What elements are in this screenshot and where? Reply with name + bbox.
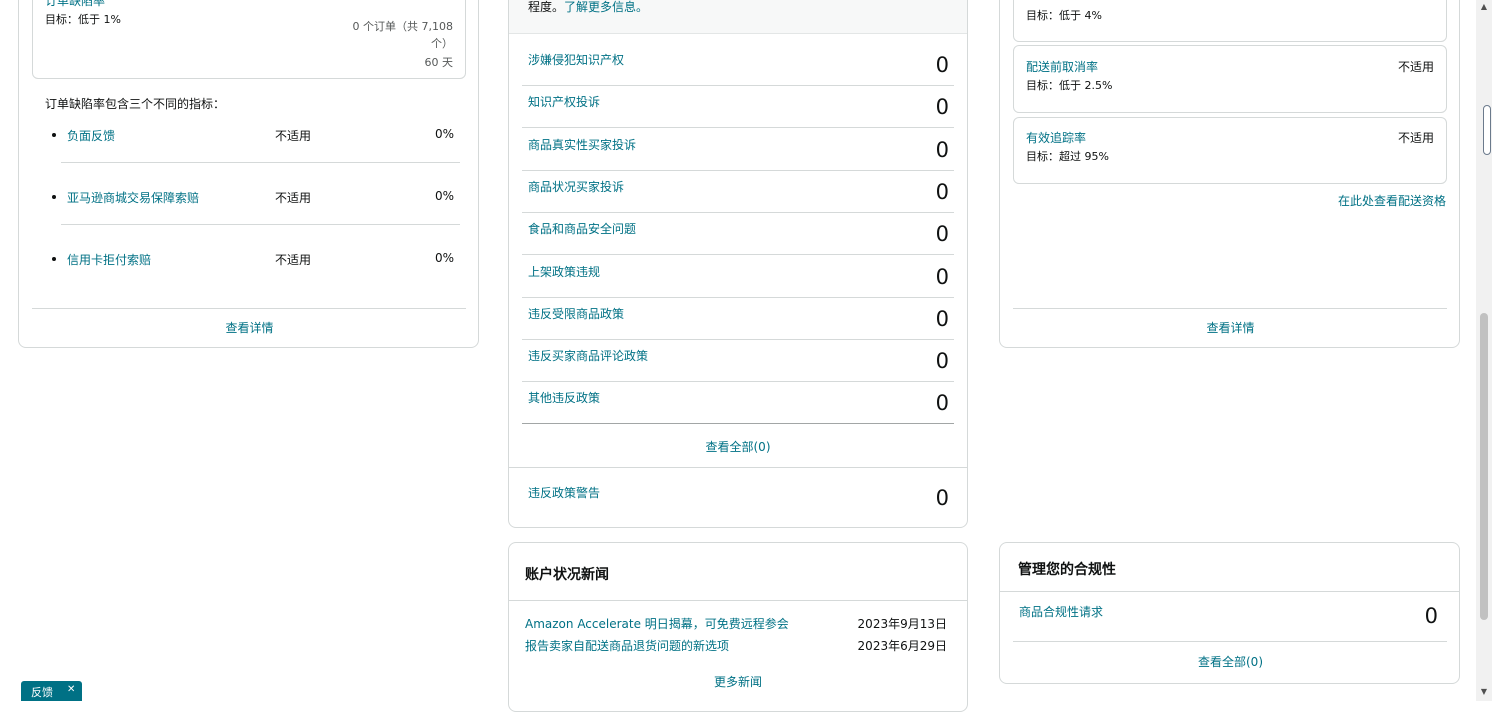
news-item-link[interactable]: Amazon Accelerate 明日揭幕，可免费远程参会 <box>525 615 789 632</box>
policy-row-label[interactable]: 上架政策违规 <box>528 263 600 280</box>
policy-row-value: 0 <box>935 53 949 77</box>
divider <box>522 297 954 298</box>
chargeback-claims-value: 0% <box>434 251 454 265</box>
scroll-up-icon[interactable]: ▲ <box>1479 2 1489 12</box>
policy-warning-value: 0 <box>935 486 949 510</box>
chargeback-claims-link[interactable]: 信用卡拒付索赔 <box>67 251 151 268</box>
divider <box>522 170 954 171</box>
policy-row-value: 0 <box>935 138 949 162</box>
view-all-link[interactable]: 查看全部(0) <box>509 438 967 455</box>
policy-row-value: 0 <box>935 222 949 246</box>
card-footer-divider <box>1013 308 1447 309</box>
a-to-z-claims-link[interactable]: 亚马逊商城交易保障索赔 <box>67 189 199 206</box>
view-details-link[interactable]: 查看详情 <box>1000 319 1461 336</box>
divider <box>522 254 954 255</box>
pre-fulfillment-cancel-link[interactable]: 配送前取消率 <box>1026 58 1098 75</box>
policy-row-value: 0 <box>935 391 949 415</box>
divider <box>522 212 954 213</box>
divider <box>61 224 460 225</box>
scroll-down-icon[interactable]: ▼ <box>1479 687 1489 697</box>
policy-row-value: 0 <box>935 95 949 119</box>
negative-feedback-link[interactable]: 负面反馈 <box>67 127 115 144</box>
divider <box>1013 641 1447 642</box>
divider <box>522 339 954 340</box>
compliance-title: 管理您的合规性 <box>1018 562 1116 578</box>
divider <box>61 162 460 163</box>
pre-fulfillment-cancel-status: 不适用 <box>1397 60 1434 74</box>
close-icon[interactable]: ✕ <box>67 684 75 695</box>
divider <box>522 85 954 86</box>
policy-row-label[interactable]: 违反买家商品评论政策 <box>528 347 648 364</box>
manage-compliance-card: 管理您的合规性 商品合规性请求 0 查看全部(0) <box>999 542 1460 684</box>
valid-tracking-status: 不适用 <box>1397 131 1434 145</box>
late-shipment-target: 目标：低于 4% <box>1026 9 1102 22</box>
shipping-performance-card: 目标：低于 4% 配送前取消率 目标：低于 2.5% 不适用 有效追踪率 目标：… <box>999 0 1460 348</box>
header-description: 程度。了解更多信息。 <box>528 0 648 15</box>
view-all-link[interactable]: 查看全部(0) <box>1000 653 1461 670</box>
news-item-date: 2023年9月13日 <box>857 617 947 631</box>
pre-fulfillment-cancel-target: 目标：低于 2.5% <box>1026 79 1113 92</box>
view-details-link[interactable]: 查看详情 <box>19 319 480 336</box>
divider <box>522 127 954 128</box>
chargeback-claims-status: 不适用 <box>275 253 312 267</box>
policy-row-label[interactable]: 商品真实性买家投诉 <box>528 136 636 153</box>
bullet <box>52 195 56 199</box>
divider <box>522 423 954 424</box>
scrollbar-thumb[interactable] <box>1480 313 1488 620</box>
pre-fulfillment-cancel-box: 配送前取消率 目标：低于 2.5% 不适用 <box>1013 45 1447 113</box>
late-shipment-box: 目标：低于 4% <box>1013 0 1447 42</box>
bullet <box>52 257 56 261</box>
valid-tracking-link[interactable]: 有效追踪率 <box>1026 129 1086 146</box>
valid-tracking-target: 目标：超过 95% <box>1026 150 1109 163</box>
policy-row-label[interactable]: 食品和商品安全问题 <box>528 220 636 237</box>
policy-row-label[interactable]: 违反受限商品政策 <box>528 305 624 322</box>
policy-row-value: 0 <box>935 349 949 373</box>
policy-compliance-card: 程度。了解更多信息。 涉嫌侵犯知识产权 0 知识产权投诉 0 商品真实性买家投诉 0 商品状… <box>508 0 968 528</box>
learn-more-link[interactable]: 了解更多信息。 <box>564 0 648 14</box>
valid-tracking-box: 有效追踪率 目标：超过 95% 不适用 <box>1013 117 1447 184</box>
news-title: 账户状况新闻 <box>525 567 609 583</box>
policy-row-label[interactable]: 涉嫌侵犯知识产权 <box>528 51 624 68</box>
order-defect-rate-card: 订单缺陷率 0% 目标：低于 1% 0 个订单（共 7,108 个） 60 天 … <box>18 0 479 348</box>
side-tab-indicator[interactable] <box>1483 105 1491 155</box>
order-defect-rate-link[interactable]: 订单缺陷率 <box>45 0 105 9</box>
order-defect-rate-target: 目标：低于 1% <box>45 13 121 26</box>
compliance-requests-link[interactable]: 商品合规性请求 <box>1019 603 1103 620</box>
odr-intro-text: 订单缺陷率包含三个不同的指标： <box>45 97 226 111</box>
policy-row-value: 0 <box>935 180 949 204</box>
card-footer-divider <box>32 308 466 309</box>
order-period: 60 天 <box>424 56 454 69</box>
order-count-line2: 个） <box>431 37 453 50</box>
policy-row-value: 0 <box>935 265 949 289</box>
policy-row-label[interactable]: 知识产权投诉 <box>528 93 600 110</box>
divider <box>509 600 967 601</box>
divider <box>522 381 954 382</box>
news-item-date: 2023年6月29日 <box>857 639 947 653</box>
policy-row-label[interactable]: 其他违反政策 <box>528 389 600 406</box>
negative-feedback-value: 0% <box>434 127 454 141</box>
order-count-line1: 0 个订单（共 7,108 <box>352 20 453 33</box>
header-text: 程度。 <box>528 0 565 14</box>
policy-warning-link[interactable]: 违反政策警告 <box>528 484 600 501</box>
divider <box>1000 591 1459 592</box>
feedback-tab[interactable]: 反馈 ✕ <box>21 681 82 701</box>
divider <box>509 467 967 468</box>
compliance-requests-value: 0 <box>1424 604 1438 628</box>
policy-row-label[interactable]: 商品状况买家投诉 <box>528 178 624 195</box>
order-defect-rate-value: 0% <box>418 0 453 4</box>
shipping-eligibility-link[interactable]: 在此处查看配送资格 <box>1338 192 1446 209</box>
news-item-link[interactable]: 报告卖家自配送商品退货问题的新选项 <box>525 637 729 654</box>
policy-row-value: 0 <box>935 307 949 331</box>
order-defect-rate-metric-box: 订单缺陷率 0% 目标：低于 1% 0 个订单（共 7,108 个） 60 天 <box>32 0 466 79</box>
feedback-label[interactable]: 反馈 <box>31 684 53 700</box>
bullet <box>52 133 56 137</box>
a-to-z-claims-value: 0% <box>434 189 454 203</box>
account-health-news-card: 账户状况新闻 Amazon Accelerate 明日揭幕，可免费远程参会 20… <box>508 542 968 712</box>
negative-feedback-status: 不适用 <box>275 129 312 143</box>
more-news-link[interactable]: 更多新闻 <box>509 673 967 690</box>
a-to-z-claims-status: 不适用 <box>275 191 312 205</box>
